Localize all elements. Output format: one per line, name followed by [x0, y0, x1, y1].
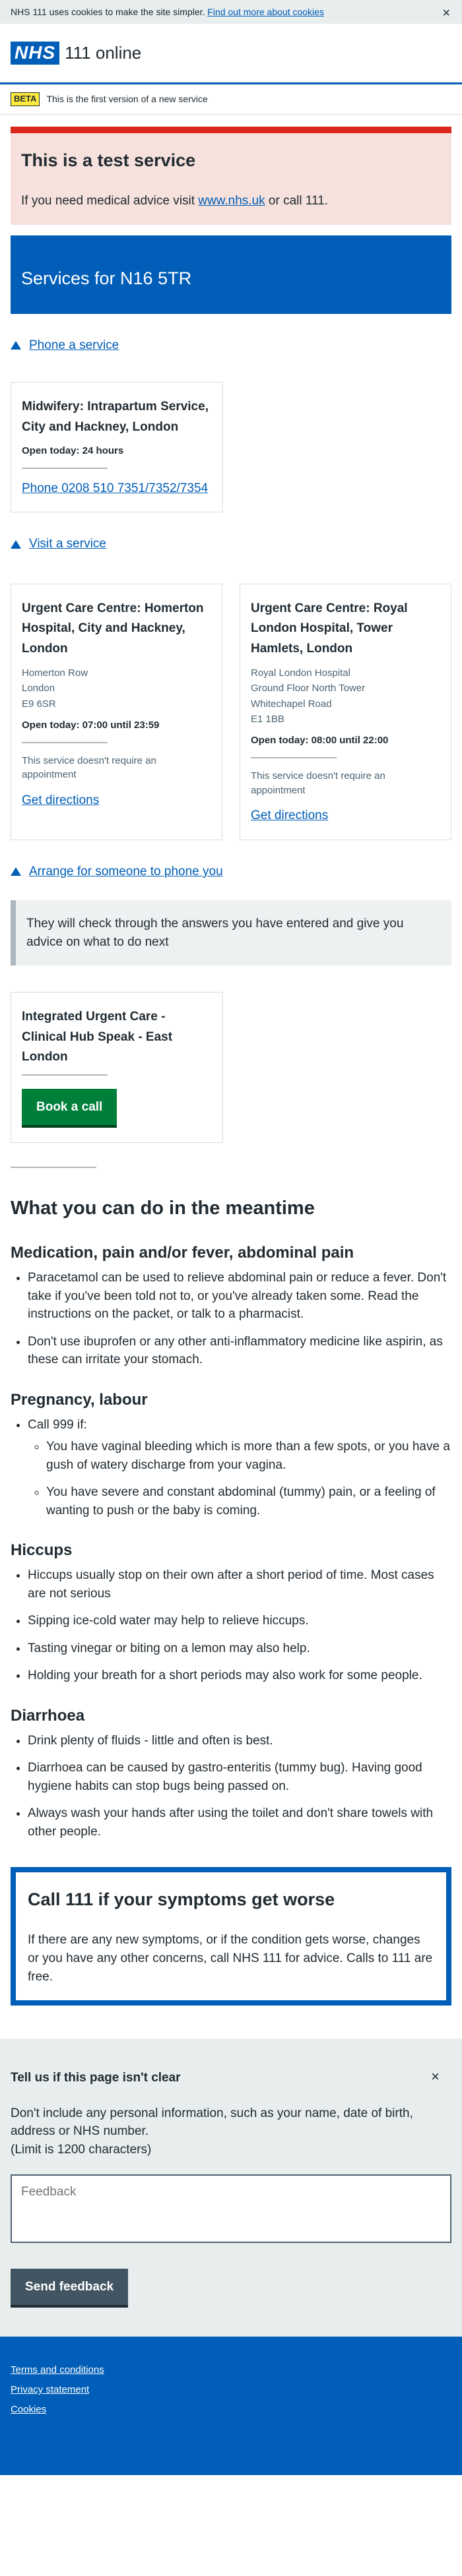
opening-hours: Open today: 07:00 until 23:59	[22, 719, 160, 731]
appointment-note: This service doesn't require an appointm…	[22, 754, 156, 781]
divider	[22, 467, 108, 469]
callback-inset: They will check through the answers you …	[11, 900, 451, 966]
service-name: Urgent Care Centre: Royal London Hospita…	[251, 601, 408, 656]
test-service-heading: This is a test service	[21, 150, 196, 170]
advice-topic: Hiccups Hiccups usually stop on their ow…	[11, 1539, 451, 1685]
service-name: Integrated Urgent Care - Clinical Hub Sp…	[22, 1010, 173, 1064]
topic-title: Diarrhoea	[11, 1706, 85, 1725]
opening-hours: Open today: 24 hours	[22, 445, 124, 456]
opening-hours: Open today: 08:00 until 22:00	[251, 735, 389, 747]
cookie-info-link[interactable]: Find out more about cookies	[207, 5, 324, 18]
callback-toggle[interactable]: Arrange for someone to phone you	[11, 863, 451, 881]
feedback-instructions: Don't include any personal information, …	[11, 2106, 413, 2157]
feedback-heading: Tell us if this page isn't clear	[11, 2071, 181, 2085]
service-card: Integrated Urgent Care - Clinical Hub Sp…	[11, 992, 223, 1144]
test-service-text: If you need medical advice visit www.nhs…	[21, 193, 329, 208]
phone-service-toggle[interactable]: Phone a service	[11, 336, 451, 355]
service-card: Midwifery: Intrapartum Service, City and…	[11, 382, 223, 513]
service-address: Homerton Row London E9 6SR	[22, 667, 88, 710]
advice-item: Diarrhoea can be caused by gastro-enteri…	[28, 1759, 451, 1795]
advice-item: Holding your breath for a short periods …	[28, 1667, 451, 1685]
advice-item: Always wash your hands after using the t…	[28, 1804, 451, 1841]
phone-link[interactable]: Phone 0208 510 7351/7352/7354	[22, 481, 208, 495]
advice-item: Don't use ibuprofen or any other anti-in…	[28, 1333, 451, 1369]
cookie-banner: NHS 111 uses cookies to make the site si…	[0, 0, 462, 24]
beta-tag: BETA	[11, 92, 40, 106]
advice-item: Hiccups usually stop on their own after …	[28, 1566, 451, 1603]
divider	[22, 1074, 108, 1076]
advice-topic: Medication, pain and/or fever, abdominal…	[11, 1242, 451, 1369]
care-card-heading: Call 111 if your symptoms get worse	[28, 1889, 335, 1910]
triangle-up-icon	[11, 340, 21, 350]
topic-title: Hiccups	[11, 1541, 73, 1560]
privacy-link[interactable]: Privacy statement	[11, 2383, 451, 2397]
feedback-input[interactable]	[11, 2174, 451, 2244]
service-name: Midwifery: Intrapartum Service, City and…	[22, 400, 209, 434]
advice-subitem: You have vaginal bleeding which is more …	[46, 1438, 451, 1474]
nhs-logo[interactable]: NHS	[11, 42, 60, 65]
advice-item: Call 999 if: You have vaginal bleeding w…	[28, 1416, 451, 1520]
topic-title: Medication, pain and/or fever, abdominal…	[11, 1244, 354, 1262]
meantime-heading: What you can do in the meantime	[11, 1198, 315, 1219]
care-card-text: If there are any new symptoms, or if the…	[28, 1933, 433, 1984]
topic-title: Pregnancy, labour	[11, 1390, 148, 1409]
site-header: NHS 111 online	[0, 24, 462, 84]
service-card: Urgent Care Centre: Homerton Hospital, C…	[11, 583, 222, 840]
terms-link[interactable]: Terms and conditions	[11, 2363, 451, 2377]
triangle-up-icon	[11, 539, 21, 549]
section-divider	[11, 1167, 96, 1169]
callback-link[interactable]: Arrange for someone to phone you	[29, 863, 223, 881]
care-card: Call 111 if your symptoms get worse If t…	[11, 1867, 451, 2006]
advice-subitem: You have severe and constant abdominal (…	[46, 1483, 451, 1519]
nhs-uk-link[interactable]: www.nhs.uk	[198, 194, 265, 208]
close-icon[interactable]: ×	[431, 2066, 440, 2087]
divider	[251, 756, 337, 758]
divider	[22, 741, 108, 743]
service-address: Royal London Hospital Ground Floor North…	[251, 667, 366, 725]
services-heading: Services for N16 5TR	[11, 235, 451, 314]
send-feedback-button[interactable]: Send feedback	[11, 2268, 129, 2308]
test-service-panel: This is a test service If you need medic…	[11, 126, 451, 225]
cookies-link[interactable]: Cookies	[11, 2403, 451, 2417]
advice-topic: Pregnancy, labour Call 999 if: You have …	[11, 1389, 451, 1520]
service-name: Urgent Care Centre: Homerton Hospital, C…	[22, 601, 204, 656]
cookie-text: NHS 111 uses cookies to make the site si…	[11, 6, 205, 17]
triangle-up-icon	[11, 867, 21, 876]
advice-item: Sipping ice-cold water may help to relie…	[28, 1612, 451, 1630]
advice-item: Drink plenty of fluids - little and ofte…	[28, 1732, 451, 1750]
advice-topic: Diarrhoea Drink plenty of fluids - littl…	[11, 1705, 451, 1841]
book-call-button[interactable]: Book a call	[22, 1088, 117, 1128]
phone-service-link[interactable]: Phone a service	[29, 336, 119, 355]
directions-link[interactable]: Get directions	[251, 809, 328, 822]
feedback-panel: Tell us if this page isn't clear × Don't…	[0, 2039, 462, 2337]
site-footer: Terms and conditions Privacy statement C…	[0, 2337, 462, 2475]
service-card: Urgent Care Centre: Royal London Hospita…	[240, 583, 451, 840]
beta-banner: BETA This is the first version of a new …	[0, 84, 462, 115]
advice-item: Paracetamol can be used to relieve abdom…	[28, 1269, 451, 1324]
close-icon[interactable]: ×	[442, 4, 450, 23]
advice-item: Tasting vinegar or biting on a lemon may…	[28, 1640, 451, 1658]
directions-link[interactable]: Get directions	[22, 793, 99, 807]
service-title: 111 online	[65, 42, 142, 63]
visit-service-toggle[interactable]: Visit a service	[11, 535, 451, 553]
appointment-note: This service doesn't require an appointm…	[251, 770, 385, 796]
visit-service-link[interactable]: Visit a service	[29, 535, 106, 553]
beta-text: This is the first version of a new servi…	[46, 94, 208, 105]
